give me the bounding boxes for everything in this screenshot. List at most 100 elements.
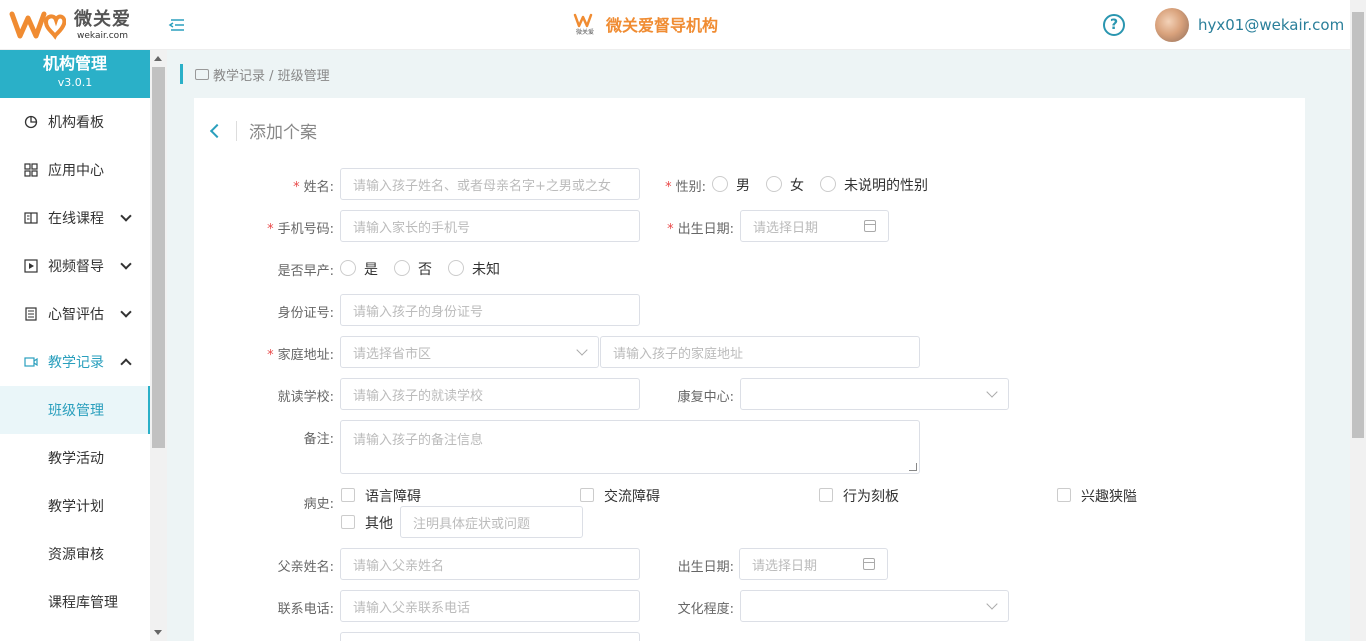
help-icon[interactable]: ? [1103,14,1125,36]
chevron-down-icon [120,210,132,222]
child-name-input[interactable]: 请输入孩子姓名、或者母亲名字+之男或之女 [340,168,640,200]
region-placeholder: 请选择省市区 [353,346,432,362]
history-rigid-behavior-checkbox[interactable] [819,488,833,502]
history-other-input[interactable]: 注明具体症状或问题 [400,506,583,538]
sidebar-item-label: 在线课程 [48,211,104,227]
premature-no-label: 否 [418,262,432,278]
sidebar-version: v3.0.1 [57,76,93,89]
premature-unknown-label: 未知 [472,262,500,278]
brand-title: 微关爱督导机构 [606,16,719,35]
back-arrow-icon[interactable] [209,123,225,138]
history-other-checkbox[interactable] [341,515,355,529]
premature-no-radio[interactable] [394,260,410,276]
heart-logo-icon [8,8,67,42]
id-number-label: 身份证号: [277,306,334,321]
history-other-label: 其他 [365,516,393,532]
history-language-checkbox[interactable] [341,488,355,502]
sidebar-subitem-resource-review[interactable]: 资源审核 [0,530,150,578]
gender-male-label: 男 [736,178,750,194]
gender-female-label: 女 [790,178,804,194]
mini-logo-icon: 微关爱 [572,12,598,36]
home-address-input[interactable]: 请输入孩子的家庭地址 [600,336,920,368]
father-birth-label: 出生日期: [677,560,734,575]
father-phone-input[interactable]: 请输入父亲联系电话 [340,590,640,622]
resize-handle-icon[interactable] [909,463,917,471]
page-title: 添加个案 [249,123,317,143]
premature-unknown-radio[interactable] [448,260,464,276]
page-scroll-thumb[interactable] [1352,12,1364,438]
education-label: 文化程度: [677,602,734,617]
book-icon [24,211,38,225]
history-communication-label: 交流障碍 [604,489,660,505]
region-select[interactable]: 请选择省市区 [340,336,599,368]
chevron-down-icon [986,386,998,398]
contact-phone-label: 联系电话: [277,602,334,617]
sidebar-subitem-course-library[interactable]: 课程库管理 [0,578,150,626]
premature-yes-radio[interactable] [340,260,356,276]
sidebar-subitem-teaching-plan[interactable]: 教学计划 [0,482,150,530]
gender-male-radio[interactable] [712,176,728,192]
form-card: 添加个案 * 姓名: 请输入孩子姓名、或者母亲名字+之男或之女 * 性别: 男 女 … [194,98,1305,641]
sidebar-scrollbar[interactable] [150,50,167,641]
main-content: 教学记录 / 班级管理 添加个案 * 姓名: 请输入孩子姓名、或者母亲名字+之男或… [167,50,1350,641]
next-field-input[interactable] [340,632,640,641]
date-placeholder: 请选择日期 [753,220,819,236]
remark-textarea[interactable]: 请输入孩子的备注信息 [340,420,920,474]
scroll-up-icon[interactable] [154,56,162,61]
clipboard-icon [24,307,38,321]
user-email[interactable]: hyx01@wekair.com [1198,16,1344,34]
name-label: * 姓名: [293,180,334,195]
premature-label: 是否早产: [277,264,334,279]
sidebar-item-app-center[interactable]: 应用中心 [0,146,150,194]
menu-fold-icon[interactable] [168,16,186,34]
rehab-center-label: 康复中心: [677,390,734,405]
remark-label: 备注: [303,432,334,447]
brand-logo[interactable]: 微关爱 wekair.com [8,8,131,42]
father-name-label: 父亲姓名: [277,560,334,575]
education-select[interactable] [740,590,1009,622]
chevron-up-icon [120,358,132,370]
history-language-label: 语言障碍 [365,489,421,505]
sidebar-subitem-teaching-activity[interactable]: 教学活动 [0,434,150,482]
rehab-center-select[interactable] [740,378,1009,410]
sidebar-item-video-supervision[interactable]: 视频督导 [0,242,150,290]
gender-label: * 性别: [665,180,706,195]
grid-icon [24,163,38,177]
sidebar-item-label: 心智评估 [48,307,104,323]
history-narrow-interest-checkbox[interactable] [1057,488,1071,502]
chevron-down-icon [120,306,132,318]
parent-phone-input[interactable]: 请输入家长的手机号 [340,210,640,242]
avatar[interactable] [1155,8,1189,42]
sidebar-item-dashboard[interactable]: 机构看板 [0,98,150,146]
video-icon [24,355,38,369]
id-number-input[interactable]: 请输入孩子的身份证号 [340,294,640,326]
phone-label: * 手机号码: [267,222,334,237]
father-name-input[interactable]: 请输入父亲姓名 [340,548,640,580]
sidebar-item-online-course[interactable]: 在线课程 [0,194,150,242]
center-brand: 微关爱 微关爱督导机构 [572,12,718,36]
history-communication-checkbox[interactable] [580,488,594,502]
sidebar-item-label: 教学记录 [48,355,104,371]
remark-placeholder: 请输入孩子的备注信息 [353,433,484,448]
birth-date-picker[interactable]: 请选择日期 [740,210,889,242]
sidebar-scroll-thumb[interactable] [152,67,165,448]
sidebar: 机构管理 v3.0.1 机构看板 应用中心 在线课程 视频督导 心智评估 教学记… [0,50,150,641]
school-label: 就读学校: [277,390,334,405]
father-birth-picker[interactable]: 请选择日期 [739,548,888,580]
pie-chart-icon [24,115,38,129]
gender-female-radio[interactable] [766,176,782,192]
gender-unspecified-radio[interactable] [820,176,836,192]
school-input[interactable]: 请输入孩子的就读学校 [340,378,640,410]
logo-chinese-text: 微关爱 [74,8,131,30]
sidebar-subitem-class-management[interactable]: 班级管理 [0,386,150,434]
sidebar-item-teaching-record[interactable]: 教学记录 [0,338,150,386]
scroll-down-icon[interactable] [154,630,162,635]
mini-logo-text: 微关爱 [576,28,594,36]
sidebar-item-label: 机构看板 [48,115,104,131]
sidebar-title: 机构管理 [42,54,107,73]
chevron-down-icon [576,344,588,356]
sidebar-item-assessment[interactable]: 心智评估 [0,290,150,338]
page-scrollbar[interactable] [1350,0,1366,641]
calendar-icon [864,220,876,232]
app-header: 微关爱 wekair.com 微关爱 微关爱督导机构 ? hyx01@wekai… [0,0,1366,50]
